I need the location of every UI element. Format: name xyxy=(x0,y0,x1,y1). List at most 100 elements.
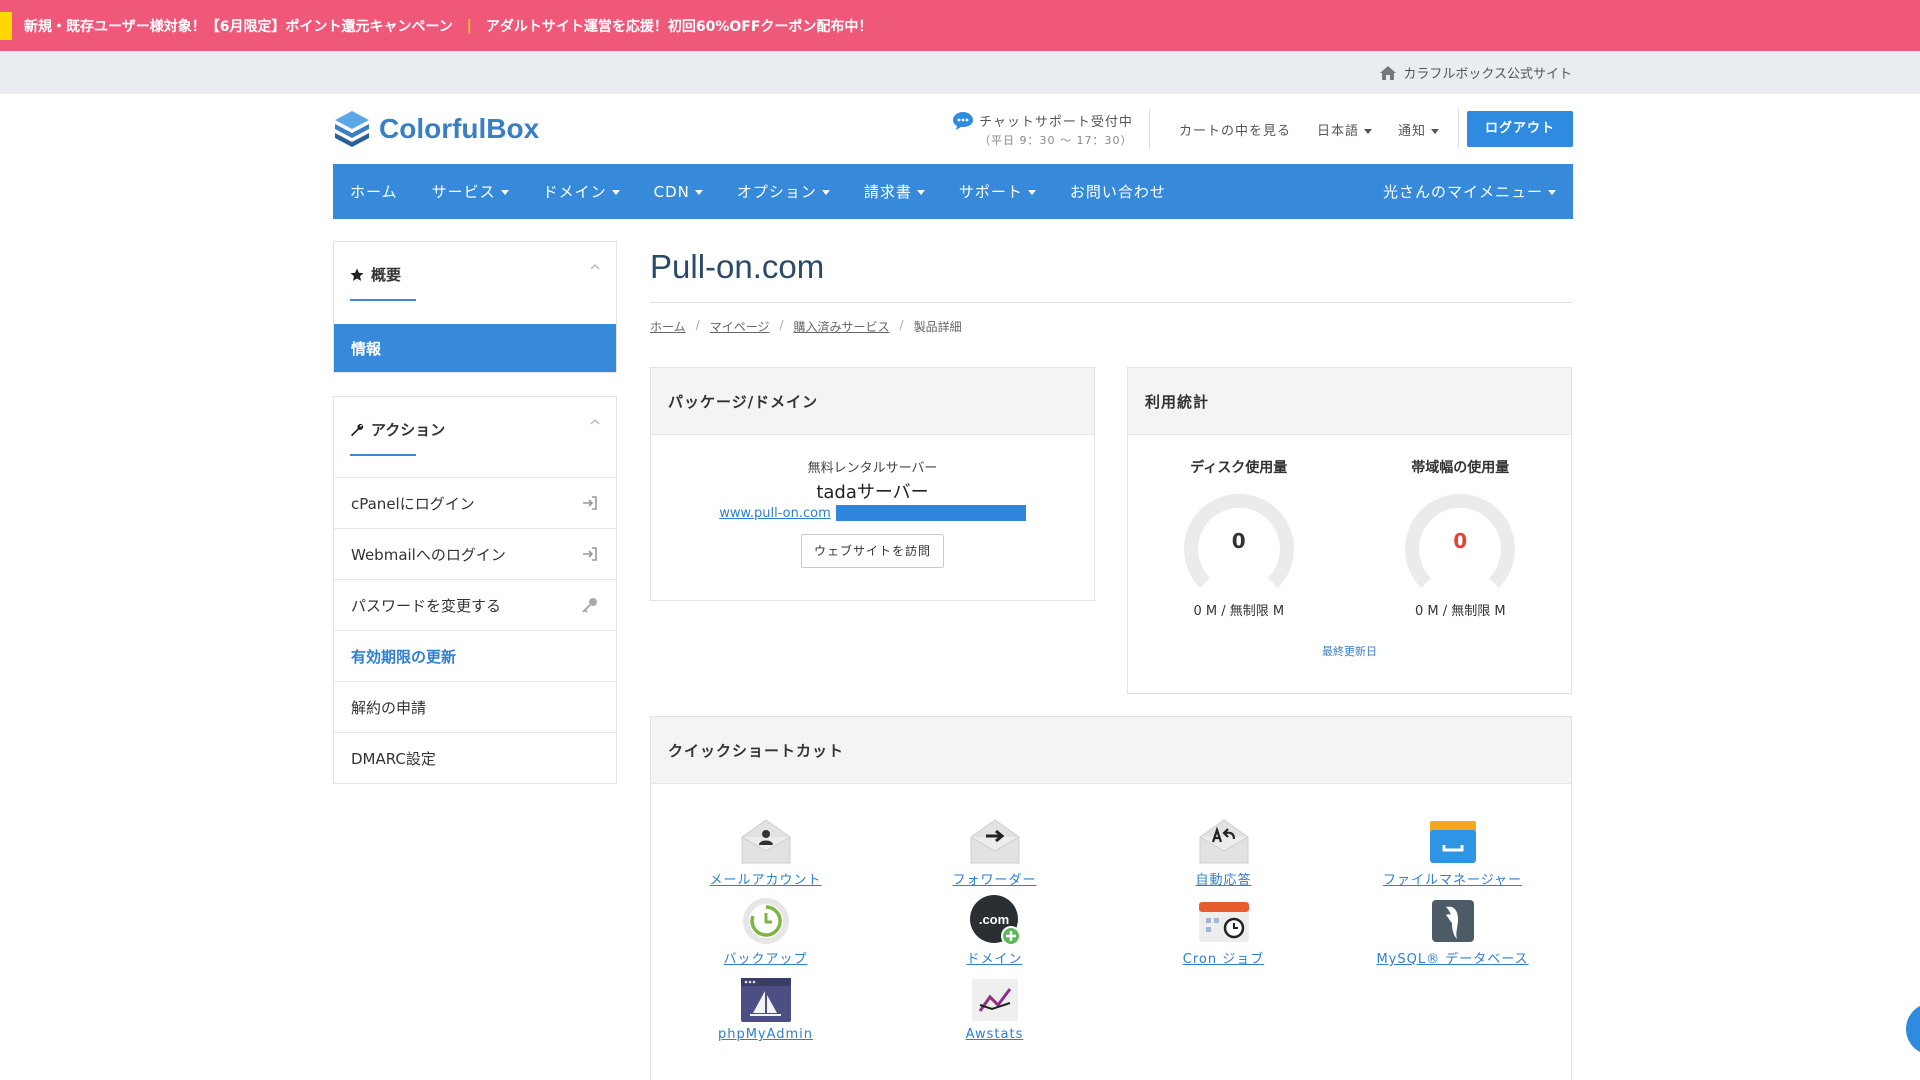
page-title: Pull-on.com xyxy=(650,248,825,285)
colorfulbox-logo[interactable]: ColorfulBox xyxy=(333,109,539,149)
promo-banner[interactable]: 新規・既存ユーザー様対象！【6月限定】ポイント還元キャンペーン | アダルトサイ… xyxy=(0,0,1920,51)
star-icon xyxy=(350,268,364,281)
redaction-bar xyxy=(835,505,1026,521)
plan-name: tadaサーバー xyxy=(816,482,929,503)
sidebar-item-webmail-login[interactable]: Webmailへのログイン xyxy=(334,528,616,579)
chat-support[interactable]: チャットサポート受付中 （平日 9：30 〜 17：30） xyxy=(952,111,1133,148)
visit-website-button[interactable]: ウェブサイトを訪問 xyxy=(800,534,944,568)
breadcrumb-separator: / xyxy=(899,318,904,332)
breadcrumb-purchased-services[interactable]: 購入済みサービス xyxy=(794,318,890,335)
header-divider xyxy=(1148,109,1150,149)
bandwidth-usage-value: 0 xyxy=(1453,529,1468,553)
bandwidth-usage-detail: 0 M / 無制限 M xyxy=(1414,604,1506,619)
envelope-autoreply-icon xyxy=(1199,819,1248,864)
sidebar-item-label: Webmailへのログイン xyxy=(351,545,506,564)
sidebar-item-info[interactable]: 情報 xyxy=(334,324,616,372)
usage-stats-card: 利用統計 ディスク使用量 0 0 M / 無制限 M 帯域幅の使用量 0 0 M… xyxy=(1127,367,1572,694)
chevron-down-icon xyxy=(1363,128,1372,134)
nav-home[interactable]: ホーム xyxy=(333,181,415,202)
shortcut-label: フォワーダー xyxy=(952,873,1037,888)
nav-domains-label: ドメイン xyxy=(542,183,607,201)
overview-panel-header[interactable]: 概要 xyxy=(334,242,616,324)
nav-options[interactable]: オプション xyxy=(720,181,847,202)
home-icon xyxy=(1380,65,1397,80)
chevron-down-icon xyxy=(500,190,509,195)
overview-title: 概要 xyxy=(371,266,402,284)
calendar-clock-icon xyxy=(1198,902,1249,942)
envelope-user-icon xyxy=(741,819,790,864)
breadcrumb-separator: / xyxy=(779,318,784,332)
header-divider xyxy=(1457,109,1459,149)
breadcrumb-separator: / xyxy=(695,318,700,332)
nav-contact[interactable]: お問い合わせ xyxy=(1053,181,1183,202)
sidebar-item-cancel-request[interactable]: 解約の申請 xyxy=(334,681,616,732)
banner-marker xyxy=(0,11,12,40)
backup-clock-icon xyxy=(742,898,789,944)
sidebar-item-change-password[interactable]: パスワードを変更する xyxy=(334,579,616,630)
chevron-down-icon xyxy=(694,189,703,195)
sidebar-item-dmarc[interactable]: DMARC設定 xyxy=(334,732,616,783)
nav-services[interactable]: サービス xyxy=(415,181,526,202)
shortcut-label: phpMyAdmin xyxy=(717,1027,814,1042)
nav-my-menu[interactable]: 光さんのマイメニュー xyxy=(1366,181,1573,202)
chevron-down-icon xyxy=(916,190,925,195)
chevron-down-icon xyxy=(1027,190,1036,195)
logo-text: ColorfulBox xyxy=(379,113,540,144)
nav-cdn-label: CDN xyxy=(653,182,690,201)
promo-text-1[interactable]: 新規・既存ユーザー様対象！【6月限定】ポイント還元キャンペーン xyxy=(24,16,453,36)
stats-chart-icon xyxy=(971,979,1018,1021)
breadcrumb-home[interactable]: ホーム xyxy=(650,318,686,335)
actions-title: アクション xyxy=(371,421,446,439)
file-drawer-icon xyxy=(1429,821,1476,863)
shortcut-cron-jobs[interactable]: Cron ジョブ xyxy=(1109,896,1338,975)
shortcut-domains[interactable]: .com ドメイン xyxy=(880,895,1109,975)
nav-invoices-label: 請求書 xyxy=(863,183,912,201)
chevron-up-icon[interactable] xyxy=(590,417,600,427)
nav-support[interactable]: サポート xyxy=(942,181,1053,202)
site-header: ColorfulBox チャットサポート受付中 （平日 9：30 〜 17：30… xyxy=(333,94,1573,164)
login-icon xyxy=(583,547,597,561)
chevron-up-icon[interactable] xyxy=(590,262,600,272)
domain-link[interactable]: www.pull-on.com xyxy=(719,506,831,521)
shortcut-phpmyadmin[interactable]: phpMyAdmin xyxy=(651,975,880,1054)
shortcut-awstats[interactable]: Awstats xyxy=(880,975,1109,1054)
shortcut-label: バックアップ xyxy=(723,952,808,967)
shortcut-email-accounts[interactable]: メールアカウント xyxy=(651,817,880,896)
shortcut-autoresponders[interactable]: 自動応答 xyxy=(1109,817,1338,896)
sidebar-item-renew-expiry[interactable]: 有効期限の更新 xyxy=(334,630,616,681)
promo-text-2[interactable]: アダルトサイト運営を応援！初回60%OFFクーポン配布中！ xyxy=(486,16,873,36)
dotcom-icon: .com xyxy=(969,895,1021,946)
shortcut-backup[interactable]: バックアップ xyxy=(651,896,880,975)
nav-my-menu-label: 光さんのマイメニュー xyxy=(1382,183,1543,201)
sidebar-item-label: cPanelにログイン xyxy=(351,494,475,513)
shortcuts-card-heading: クイックショートカット xyxy=(651,717,1571,784)
cart-link[interactable]: カートの中を見る xyxy=(1179,120,1291,139)
bandwidth-usage-title: 帯域幅の使用量 xyxy=(1411,460,1510,476)
chevron-down-icon xyxy=(611,190,620,195)
shortcut-label: ファイルマネージャー xyxy=(1382,873,1523,888)
title-underline xyxy=(350,454,416,456)
overview-panel: 概要 情報 xyxy=(333,241,617,373)
nav-cdn[interactable]: CDN xyxy=(637,183,720,201)
logout-button[interactable]: ログアウト xyxy=(1466,111,1573,147)
title-divider xyxy=(650,302,1572,303)
shortcut-file-manager[interactable]: ファイルマネージャー xyxy=(1338,817,1567,896)
sidebar-item-cpanel-login[interactable]: cPanelにログイン xyxy=(334,477,616,528)
nav-invoices[interactable]: 請求書 xyxy=(847,181,942,202)
shortcut-mysql-databases[interactable]: MySQL® データベース xyxy=(1338,896,1567,975)
official-site-link[interactable]: カラフルボックス公式サイト xyxy=(1403,63,1572,82)
stats-card-heading: 利用統計 xyxy=(1128,368,1571,435)
help-chat-button[interactable] xyxy=(1906,1003,1920,1055)
package-card-heading: パッケージ/ドメイン xyxy=(651,368,1094,435)
shortcut-label: MySQL® データベース xyxy=(1376,952,1529,967)
disk-usage-title: ディスク使用量 xyxy=(1190,460,1288,476)
wrench-icon xyxy=(351,423,364,436)
notify-dropdown[interactable]: 通知 xyxy=(1398,120,1439,139)
breadcrumb-mypage[interactable]: マイページ xyxy=(710,318,770,335)
language-dropdown[interactable]: 日本語 xyxy=(1317,120,1372,139)
actions-panel-header[interactable]: アクション xyxy=(334,397,616,477)
shortcut-forwarders[interactable]: フォワーダー xyxy=(880,817,1109,896)
package-domain-card: パッケージ/ドメイン 無料レンタルサーバー tadaサーバー www.pull-… xyxy=(650,367,1095,601)
nav-domains[interactable]: ドメイン xyxy=(526,181,637,202)
nav-options-label: オプション xyxy=(736,183,817,201)
